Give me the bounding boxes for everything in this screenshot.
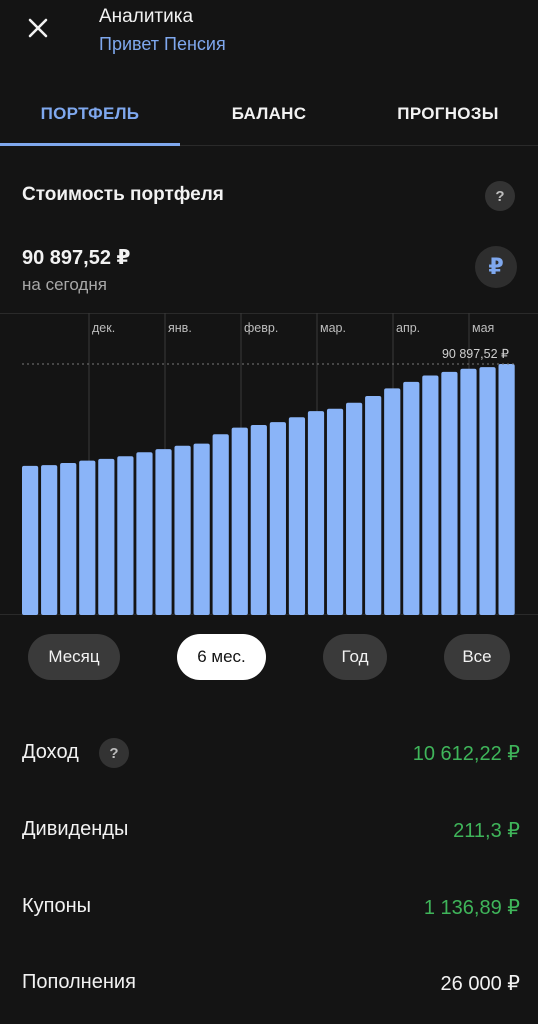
portfolio-name[interactable]: Привет Пенсия (99, 34, 226, 55)
chart-bar[interactable] (460, 368, 477, 615)
chart-bar[interactable] (193, 443, 210, 615)
chart-bar[interactable] (174, 445, 191, 615)
chart-bar[interactable] (250, 424, 267, 615)
chart-bar[interactable] (498, 364, 515, 615)
chart-bar[interactable] (212, 434, 229, 615)
active-tab-indicator (0, 143, 180, 146)
portfolio-date-label: на сегодня (22, 275, 107, 294)
stat-value-income: 10 612,22 ₽ (412, 743, 520, 765)
chart-bar[interactable] (403, 381, 420, 615)
period-month-button[interactable]: Месяц (28, 634, 120, 680)
chart-bar[interactable] (155, 449, 172, 615)
chart-bar[interactable] (384, 388, 401, 615)
chart-bar[interactable] (60, 462, 77, 615)
chart-bar[interactable] (307, 411, 325, 615)
portfolio-help-button[interactable]: ? (485, 181, 515, 211)
question-icon: ? (109, 744, 119, 762)
section-title: Стоимость портфеля (22, 184, 224, 205)
portfolio-value: 90 897,52 ₽ (22, 247, 131, 269)
chart-bar[interactable] (231, 427, 248, 615)
chart-bar[interactable] (41, 465, 58, 615)
x-tick-label: янв. (168, 321, 192, 335)
period-6-months-button[interactable]: 6 мес. (177, 634, 266, 680)
period-year-button[interactable]: Год (323, 634, 387, 680)
tab-balance[interactable]: БАЛАНС (180, 82, 358, 146)
stat-label-coupons: Купоны (22, 895, 92, 917)
income-help-button[interactable]: ? (99, 738, 129, 768)
x-tick-label: февр. (244, 321, 278, 335)
stat-label-deposits: Пополнения (22, 971, 136, 993)
chart-bar[interactable] (479, 367, 496, 615)
page-title: Аналитика (99, 6, 194, 27)
x-tick-label: мар. (320, 321, 346, 335)
chart-bar[interactable] (79, 460, 96, 615)
tab-forecasts[interactable]: ПРОГНОЗЫ (358, 82, 538, 146)
chart-bar[interactable] (346, 402, 363, 615)
stat-value-deposits: 26 000 ₽ (440, 973, 520, 995)
stat-label-dividends: Дивиденды (22, 818, 129, 840)
chart-bar[interactable] (365, 396, 382, 615)
stat-label-income: Доход (22, 741, 79, 763)
chart-value-label: 90 897,52 ₽ (442, 347, 509, 361)
app-header: Аналитика Привет Пенсия (0, 0, 538, 60)
x-tick-label: апр. (396, 321, 420, 335)
chart-bar[interactable] (98, 458, 115, 615)
chart-bar[interactable] (326, 408, 344, 615)
ruble-icon: ₽ (488, 254, 504, 279)
close-button[interactable] (20, 10, 56, 46)
tab-bar: ПОРТФЕЛЬ БАЛАНС ПРОГНОЗЫ (0, 82, 538, 146)
chart-bar[interactable] (136, 452, 153, 615)
period-all-button[interactable]: Все (444, 634, 510, 680)
chart-bar[interactable] (117, 456, 134, 615)
chart-bar[interactable] (22, 465, 39, 615)
chart-bar[interactable] (441, 371, 458, 615)
chart-bar[interactable] (422, 375, 439, 615)
stat-value-coupons: 1 136,89 ₽ (423, 897, 520, 919)
portfolio-value-chart[interactable]: дек. янв. февр. мар. апр. мая 90 897,52 ₽ (0, 313, 538, 615)
chart-bar[interactable] (288, 417, 306, 615)
chart-bar[interactable] (269, 422, 286, 615)
question-icon: ? (495, 187, 505, 205)
stat-value-dividends: 211,3 ₽ (453, 820, 520, 842)
close-icon (28, 18, 48, 38)
tab-portfolio[interactable]: ПОРТФЕЛЬ (0, 82, 180, 146)
x-tick-label: мая (472, 321, 494, 335)
x-tick-label: дек. (92, 321, 115, 335)
currency-button[interactable]: ₽ (475, 246, 517, 288)
